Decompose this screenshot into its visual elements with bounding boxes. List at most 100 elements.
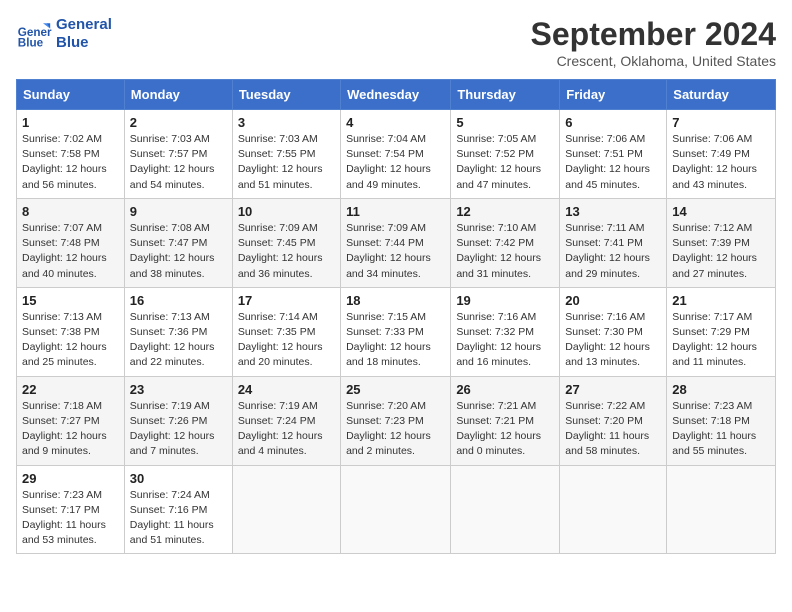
- day-detail: Sunrise: 7:09 AM Sunset: 7:45 PM Dayligh…: [238, 221, 335, 282]
- day-number: 30: [130, 471, 227, 486]
- day-number: 2: [130, 115, 227, 130]
- calendar-cell: 18 Sunrise: 7:15 AM Sunset: 7:33 PM Dayli…: [341, 287, 451, 376]
- day-detail: Sunrise: 7:15 AM Sunset: 7:33 PM Dayligh…: [346, 310, 445, 371]
- calendar-cell: 10 Sunrise: 7:09 AM Sunset: 7:45 PM Dayli…: [232, 198, 340, 287]
- calendar-cell: [451, 465, 560, 554]
- day-detail: Sunrise: 7:02 AM Sunset: 7:58 PM Dayligh…: [22, 132, 119, 193]
- calendar-cell: [232, 465, 340, 554]
- calendar-cell: 27 Sunrise: 7:22 AM Sunset: 7:20 PM Dayli…: [560, 376, 667, 465]
- day-number: 16: [130, 293, 227, 308]
- calendar-cell: 30 Sunrise: 7:24 AM Sunset: 7:16 PM Dayli…: [124, 465, 232, 554]
- calendar-week-row: 22 Sunrise: 7:18 AM Sunset: 7:27 PM Dayli…: [17, 376, 776, 465]
- weekday-header: Wednesday: [341, 80, 451, 110]
- day-detail: Sunrise: 7:19 AM Sunset: 7:24 PM Dayligh…: [238, 399, 335, 460]
- calendar-week-row: 1Sunrise: 7:02 AM Sunset: 7:58 PM Daylig…: [17, 110, 776, 199]
- calendar-cell: [560, 465, 667, 554]
- day-detail: Sunrise: 7:08 AM Sunset: 7:47 PM Dayligh…: [130, 221, 227, 282]
- day-number: 28: [672, 382, 770, 397]
- day-detail: Sunrise: 7:06 AM Sunset: 7:49 PM Dayligh…: [672, 132, 770, 193]
- day-detail: Sunrise: 7:22 AM Sunset: 7:20 PM Dayligh…: [565, 399, 661, 460]
- calendar-cell: [667, 465, 776, 554]
- calendar-week-row: 8Sunrise: 7:07 AM Sunset: 7:48 PM Daylig…: [17, 198, 776, 287]
- day-number: 3: [238, 115, 335, 130]
- calendar-cell: 13 Sunrise: 7:11 AM Sunset: 7:41 PM Dayli…: [560, 198, 667, 287]
- calendar-cell: 11 Sunrise: 7:09 AM Sunset: 7:44 PM Dayli…: [341, 198, 451, 287]
- weekday-header: Friday: [560, 80, 667, 110]
- day-detail: Sunrise: 7:18 AM Sunset: 7:27 PM Dayligh…: [22, 399, 119, 460]
- day-detail: Sunrise: 7:04 AM Sunset: 7:54 PM Dayligh…: [346, 132, 445, 193]
- calendar-cell: 15 Sunrise: 7:13 AM Sunset: 7:38 PM Dayli…: [17, 287, 125, 376]
- day-detail: Sunrise: 7:19 AM Sunset: 7:26 PM Dayligh…: [130, 399, 227, 460]
- day-detail: Sunrise: 7:24 AM Sunset: 7:16 PM Dayligh…: [130, 488, 227, 549]
- day-detail: Sunrise: 7:16 AM Sunset: 7:30 PM Dayligh…: [565, 310, 661, 371]
- day-detail: Sunrise: 7:14 AM Sunset: 7:35 PM Dayligh…: [238, 310, 335, 371]
- calendar-cell: 9 Sunrise: 7:08 AM Sunset: 7:47 PM Daylig…: [124, 198, 232, 287]
- calendar-body: 1Sunrise: 7:02 AM Sunset: 7:58 PM Daylig…: [17, 110, 776, 554]
- day-detail: Sunrise: 7:16 AM Sunset: 7:32 PM Dayligh…: [456, 310, 554, 371]
- calendar-cell: 14 Sunrise: 7:12 AM Sunset: 7:39 PM Dayli…: [667, 198, 776, 287]
- weekday-header: Monday: [124, 80, 232, 110]
- day-number: 27: [565, 382, 661, 397]
- calendar-cell: 24 Sunrise: 7:19 AM Sunset: 7:24 PM Dayli…: [232, 376, 340, 465]
- location-title: Crescent, Oklahoma, United States: [531, 53, 776, 69]
- day-detail: Sunrise: 7:20 AM Sunset: 7:23 PM Dayligh…: [346, 399, 445, 460]
- day-number: 13: [565, 204, 661, 219]
- day-number: 12: [456, 204, 554, 219]
- day-number: 7: [672, 115, 770, 130]
- day-number: 18: [346, 293, 445, 308]
- day-number: 5: [456, 115, 554, 130]
- header: General Blue General Blue September 2024…: [16, 16, 776, 69]
- day-detail: Sunrise: 7:12 AM Sunset: 7:39 PM Dayligh…: [672, 221, 770, 282]
- day-number: 9: [130, 204, 227, 219]
- day-number: 25: [346, 382, 445, 397]
- calendar-cell: 19 Sunrise: 7:16 AM Sunset: 7:32 PM Dayli…: [451, 287, 560, 376]
- day-detail: Sunrise: 7:07 AM Sunset: 7:48 PM Dayligh…: [22, 221, 119, 282]
- calendar-cell: 17 Sunrise: 7:14 AM Sunset: 7:35 PM Dayli…: [232, 287, 340, 376]
- day-detail: Sunrise: 7:06 AM Sunset: 7:51 PM Dayligh…: [565, 132, 661, 193]
- day-detail: Sunrise: 7:09 AM Sunset: 7:44 PM Dayligh…: [346, 221, 445, 282]
- calendar-week-row: 29Sunrise: 7:23 AM Sunset: 7:17 PM Dayli…: [17, 465, 776, 554]
- title-area: September 2024 Crescent, Oklahoma, Unite…: [531, 16, 776, 69]
- day-detail: Sunrise: 7:13 AM Sunset: 7:38 PM Dayligh…: [22, 310, 119, 371]
- calendar-cell: 23Sunrise: 7:19 AM Sunset: 7:26 PM Dayli…: [124, 376, 232, 465]
- calendar-table: SundayMondayTuesdayWednesdayThursdayFrid…: [16, 79, 776, 554]
- day-number: 11: [346, 204, 445, 219]
- day-number: 14: [672, 204, 770, 219]
- logo-text: General Blue: [56, 16, 112, 52]
- day-detail: Sunrise: 7:23 AM Sunset: 7:17 PM Dayligh…: [22, 488, 119, 549]
- calendar-cell: 29Sunrise: 7:23 AM Sunset: 7:17 PM Dayli…: [17, 465, 125, 554]
- calendar-cell: [341, 465, 451, 554]
- calendar-cell: 21Sunrise: 7:17 AM Sunset: 7:29 PM Dayli…: [667, 287, 776, 376]
- calendar-cell: 6 Sunrise: 7:06 AM Sunset: 7:51 PM Daylig…: [560, 110, 667, 199]
- day-number: 19: [456, 293, 554, 308]
- day-detail: Sunrise: 7:11 AM Sunset: 7:41 PM Dayligh…: [565, 221, 661, 282]
- calendar-cell: 1Sunrise: 7:02 AM Sunset: 7:58 PM Daylig…: [17, 110, 125, 199]
- day-number: 15: [22, 293, 119, 308]
- logo-icon: General Blue: [16, 16, 52, 52]
- day-detail: Sunrise: 7:03 AM Sunset: 7:55 PM Dayligh…: [238, 132, 335, 193]
- day-number: 10: [238, 204, 335, 219]
- day-number: 17: [238, 293, 335, 308]
- calendar-cell: 22 Sunrise: 7:18 AM Sunset: 7:27 PM Dayli…: [17, 376, 125, 465]
- calendar-cell: 4 Sunrise: 7:04 AM Sunset: 7:54 PM Daylig…: [341, 110, 451, 199]
- calendar-cell: 12Sunrise: 7:10 AM Sunset: 7:42 PM Dayli…: [451, 198, 560, 287]
- calendar-cell: 25 Sunrise: 7:20 AM Sunset: 7:23 PM Dayli…: [341, 376, 451, 465]
- day-number: 22: [22, 382, 119, 397]
- day-detail: Sunrise: 7:17 AM Sunset: 7:29 PM Dayligh…: [672, 310, 770, 371]
- logo-line1: General: [56, 16, 112, 34]
- day-detail: Sunrise: 7:13 AM Sunset: 7:36 PM Dayligh…: [130, 310, 227, 371]
- calendar-cell: 20Sunrise: 7:16 AM Sunset: 7:30 PM Dayli…: [560, 287, 667, 376]
- weekday-header: Sunday: [17, 80, 125, 110]
- logo: General Blue General Blue: [16, 16, 112, 52]
- day-number: 24: [238, 382, 335, 397]
- day-number: 4: [346, 115, 445, 130]
- weekday-header: Thursday: [451, 80, 560, 110]
- day-detail: Sunrise: 7:21 AM Sunset: 7:21 PM Dayligh…: [456, 399, 554, 460]
- calendar-cell: 2 Sunrise: 7:03 AM Sunset: 7:57 PM Daylig…: [124, 110, 232, 199]
- day-number: 6: [565, 115, 661, 130]
- svg-text:Blue: Blue: [18, 37, 44, 50]
- day-detail: Sunrise: 7:03 AM Sunset: 7:57 PM Dayligh…: [130, 132, 227, 193]
- weekday-header: Saturday: [667, 80, 776, 110]
- calendar-header: SundayMondayTuesdayWednesdayThursdayFrid…: [17, 80, 776, 110]
- calendar-cell: 28Sunrise: 7:23 AM Sunset: 7:18 PM Dayli…: [667, 376, 776, 465]
